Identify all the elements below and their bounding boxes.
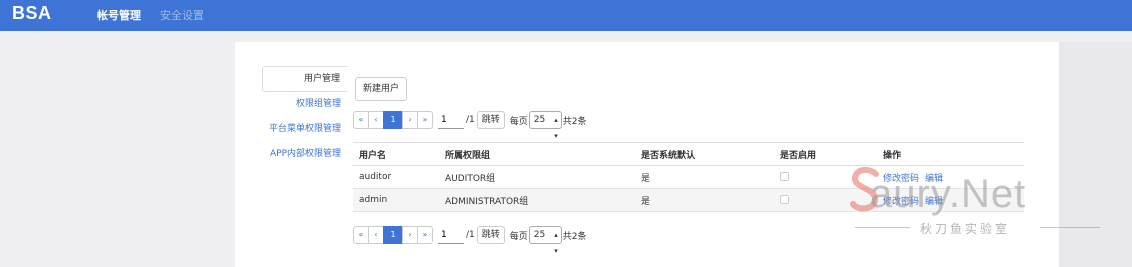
last-page-button[interactable]: » <box>417 111 433 129</box>
watermark-rule-right <box>1040 227 1100 228</box>
pagination-bottom: « ‹ 1 › » /1 跳转 每页 25 ▴▾ 共2条 <box>353 225 587 255</box>
sidebar: 用户管理 权限组管理 平台菜单权限管理 APP内部权限管理 <box>262 66 348 167</box>
first-page-button[interactable]: « <box>353 226 369 244</box>
total-pages-label: /1 <box>466 115 475 125</box>
next-page-button[interactable]: › <box>402 111 418 129</box>
per-page-value: 25 <box>533 230 546 240</box>
column-header-username[interactable]: 用户名 <box>353 142 439 166</box>
record-count-label: 共2条 <box>562 116 587 127</box>
watermark-text: aury.Net <box>870 172 1027 216</box>
sidebar-item-app-internal-permission[interactable]: APP内部权限管理 <box>262 142 348 167</box>
current-page-button[interactable]: 1 <box>383 111 403 129</box>
last-page-button[interactable]: » <box>417 226 433 244</box>
pagination-top: « ‹ 1 › » /1 跳转 每页 25 ▴▾ 共2条 <box>353 110 587 140</box>
first-page-button[interactable]: « <box>353 111 369 129</box>
watermark-subtitle: 秋刀鱼实验室 <box>920 222 1011 236</box>
cell-system-default: 是 <box>635 165 774 189</box>
total-pages-label: /1 <box>466 230 475 240</box>
column-header-system-default[interactable]: 是否系统默认 <box>635 142 774 166</box>
top-navbar: BSA 帐号管理 安全设置 <box>0 0 1132 31</box>
sidebar-item-user-management[interactable]: 用户管理 <box>262 66 348 92</box>
enabled-checkbox[interactable] <box>780 172 789 181</box>
nav-security-settings[interactable]: 安全设置 <box>160 7 204 23</box>
column-header-group[interactable]: 所属权限组 <box>439 142 635 166</box>
sidebar-item-permission-group-management[interactable]: 权限组管理 <box>262 92 348 117</box>
per-page-label: 每页 <box>509 231 528 242</box>
prev-page-button[interactable]: ‹ <box>368 226 384 244</box>
jump-button[interactable]: 跳转 <box>476 111 505 129</box>
new-user-button[interactable]: 新建用户 <box>355 77 407 101</box>
cell-system-default: 是 <box>635 188 774 212</box>
watermark: aury.Net 秋刀鱼实验室 <box>850 160 1110 240</box>
jump-button[interactable]: 跳转 <box>476 226 505 244</box>
per-page-label: 每页 <box>509 116 528 127</box>
cell-username: admin <box>353 188 439 212</box>
enabled-checkbox[interactable] <box>780 195 789 204</box>
brand-logo[interactable]: BSA <box>12 3 52 24</box>
nav-account-management[interactable]: 帐号管理 <box>97 7 141 23</box>
page-number-input[interactable] <box>438 111 464 129</box>
next-page-button[interactable]: › <box>402 226 418 244</box>
per-page-select[interactable]: 25 ▴ ▾ <box>528 111 562 140</box>
cell-username: auditor <box>353 165 439 189</box>
per-page-value: 25 <box>533 115 546 125</box>
cell-group: ADMINISTRATOR组 <box>439 188 635 212</box>
select-arrows-icon: ▴ ▾ <box>554 116 558 140</box>
prev-page-button[interactable]: ‹ <box>368 111 384 129</box>
cell-group: AUDITOR组 <box>439 165 635 189</box>
current-page-button[interactable]: 1 <box>383 226 403 244</box>
sidebar-item-platform-menu-permission[interactable]: 平台菜单权限管理 <box>262 117 348 142</box>
record-count-label: 共2条 <box>562 231 587 242</box>
select-arrows-icon: ▴ ▾ <box>554 231 558 255</box>
per-page-select[interactable]: 25 ▴ ▾ <box>528 226 562 255</box>
watermark-rule-left <box>855 227 910 228</box>
page-number-input[interactable] <box>438 226 464 244</box>
